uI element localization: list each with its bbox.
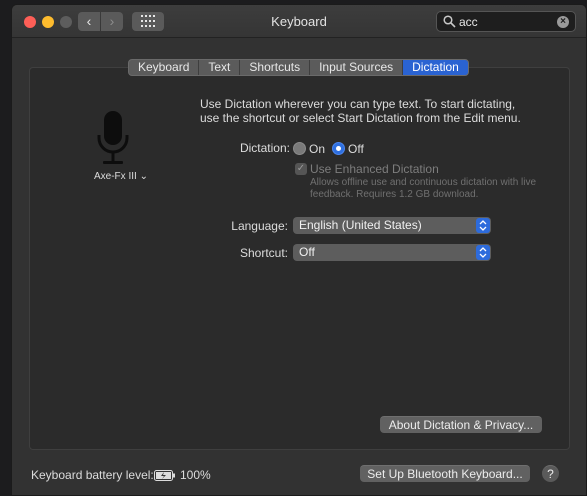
shortcut-label: Shortcut: xyxy=(239,246,288,260)
dictation-description: Use Dictation wherever you can type text… xyxy=(200,97,521,125)
language-select[interactable]: English (United States) xyxy=(293,217,491,234)
tab-keyboard[interactable]: Keyboard xyxy=(129,60,200,75)
enhanced-dictation-label: Use Enhanced Dictation xyxy=(310,162,439,176)
chevron-down-icon: ⌄ xyxy=(139,171,148,182)
shortcut-value: Off xyxy=(299,245,315,259)
enhanced-dictation-note: Allows offline use and continuous dictat… xyxy=(310,177,537,200)
tab-input-sources[interactable]: Input Sources xyxy=(310,60,404,75)
dictation-off-radio[interactable] xyxy=(332,142,345,155)
battery-charging-icon xyxy=(154,470,175,481)
microphone-icon xyxy=(97,111,129,164)
select-arrows-icon xyxy=(476,245,490,260)
device-name: Axe-Fx III xyxy=(94,171,137,182)
battery-percent: 100% xyxy=(180,468,211,482)
tab-dictation[interactable]: Dictation xyxy=(403,60,468,75)
help-button[interactable]: ? xyxy=(542,465,559,482)
battery-level-label: Keyboard battery level: xyxy=(31,468,154,482)
search-field[interactable]: × xyxy=(436,11,576,32)
dictation-label: Dictation: xyxy=(239,141,290,155)
dictation-on-label[interactable]: On xyxy=(309,142,325,156)
tab-bar: Keyboard Text Shortcuts Input Sources Di… xyxy=(128,59,469,76)
setup-bluetooth-keyboard-button[interactable]: Set Up Bluetooth Keyboard... xyxy=(360,465,530,482)
dictation-on-radio[interactable] xyxy=(293,142,306,155)
title-bar: ‹ › Keyboard × xyxy=(12,5,586,38)
about-dictation-privacy-button[interactable]: About Dictation & Privacy... xyxy=(380,416,542,433)
preferences-window: ‹ › Keyboard × Keyboard xyxy=(11,4,587,496)
select-arrows-icon xyxy=(476,218,490,233)
search-input[interactable] xyxy=(459,14,555,29)
language-label: Language: xyxy=(231,219,288,233)
dictation-off-label[interactable]: Off xyxy=(348,142,364,156)
enhanced-dictation-checkbox[interactable]: ✓ xyxy=(295,163,307,175)
search-icon xyxy=(443,15,456,28)
tab-text[interactable]: Text xyxy=(199,60,241,75)
shortcut-select[interactable]: Off xyxy=(293,244,491,261)
tab-shortcuts[interactable]: Shortcuts xyxy=(240,60,311,75)
language-value: English (United States) xyxy=(299,218,422,232)
input-device-selector[interactable]: Axe-Fx III ⌄ xyxy=(94,171,148,182)
clear-search-icon[interactable]: × xyxy=(557,16,569,28)
